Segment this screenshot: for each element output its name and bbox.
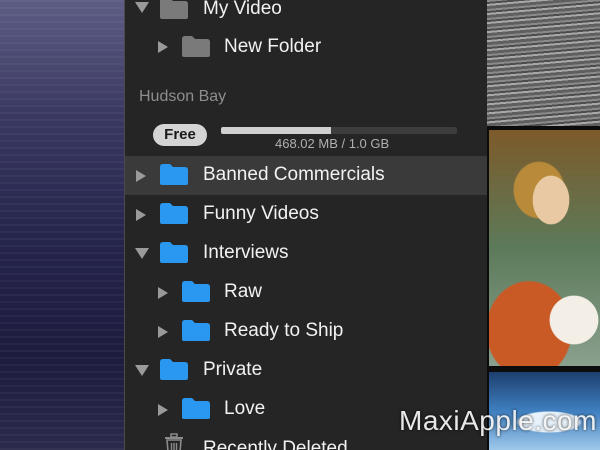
sidebar-item-label: Banned Commercials xyxy=(203,164,385,185)
trash-icon xyxy=(165,433,183,450)
video-preview-strip xyxy=(487,0,600,450)
folder-icon xyxy=(160,0,188,19)
sidebar-item-new-folder[interactable]: New Folder xyxy=(125,27,487,66)
desktop-background xyxy=(0,0,124,450)
sidebar-item-label: Recently Deleted xyxy=(203,438,348,450)
section-header: Hudson Bay xyxy=(139,88,227,105)
disclosure-down-icon[interactable] xyxy=(135,2,149,13)
sidebar-item-funny-videos[interactable]: Funny Videos xyxy=(125,195,487,234)
video-thumbnail[interactable] xyxy=(489,130,600,366)
folder-icon xyxy=(160,242,188,263)
storage-free-badge: Free xyxy=(153,124,207,146)
folder-icon xyxy=(182,320,210,341)
disclosure-right-icon[interactable] xyxy=(158,287,168,299)
sidebar-item-label: Funny Videos xyxy=(203,203,319,224)
sidebar-item-label: Love xyxy=(224,398,266,419)
sidebar-item-private[interactable]: Private xyxy=(125,351,487,390)
disclosure-right-icon[interactable] xyxy=(136,209,146,221)
sidebar-item-label: Private xyxy=(203,359,263,380)
sidebar-item-banned-commercials[interactable]: Banned Commercials xyxy=(125,156,487,195)
sidebar-item-my-video[interactable]: My Video xyxy=(125,0,487,28)
folder-icon xyxy=(160,359,188,380)
disclosure-down-icon[interactable] xyxy=(135,248,149,259)
disclosure-down-icon[interactable] xyxy=(135,365,149,376)
sidebar-item-label: Ready to Ship xyxy=(224,320,344,341)
folder-icon xyxy=(182,281,210,302)
folder-icon xyxy=(160,203,188,224)
storage-bar xyxy=(221,127,457,134)
folder-icon xyxy=(182,398,210,419)
sidebar-item-label: New Folder xyxy=(224,36,322,57)
sidebar-item-raw[interactable]: Raw xyxy=(125,273,487,312)
sidebar-item-label: Raw xyxy=(224,281,263,302)
sidebar-item-label: My Video xyxy=(203,0,282,19)
watermark: MaxiApple.com xyxy=(399,405,597,436)
sidebar-item-interviews[interactable]: Interviews xyxy=(125,234,487,273)
video-thumbnail[interactable] xyxy=(487,0,600,126)
storage-bar-fill xyxy=(221,127,332,134)
disclosure-right-icon[interactable] xyxy=(158,326,168,338)
folder-icon xyxy=(160,164,188,185)
sidebar-item-ready-to-ship[interactable]: Ready to Ship xyxy=(125,312,487,351)
sidebar: My Video New Folder Hudson Bay Free 468.… xyxy=(124,0,488,450)
disclosure-right-icon[interactable] xyxy=(136,170,146,182)
folder-icon xyxy=(182,36,210,57)
sidebar-item-label: Interviews xyxy=(203,242,289,263)
storage-usage-text: 468.02 MB / 1.0 GB xyxy=(275,136,390,151)
disclosure-right-icon[interactable] xyxy=(158,41,168,53)
disclosure-right-icon[interactable] xyxy=(158,404,168,416)
